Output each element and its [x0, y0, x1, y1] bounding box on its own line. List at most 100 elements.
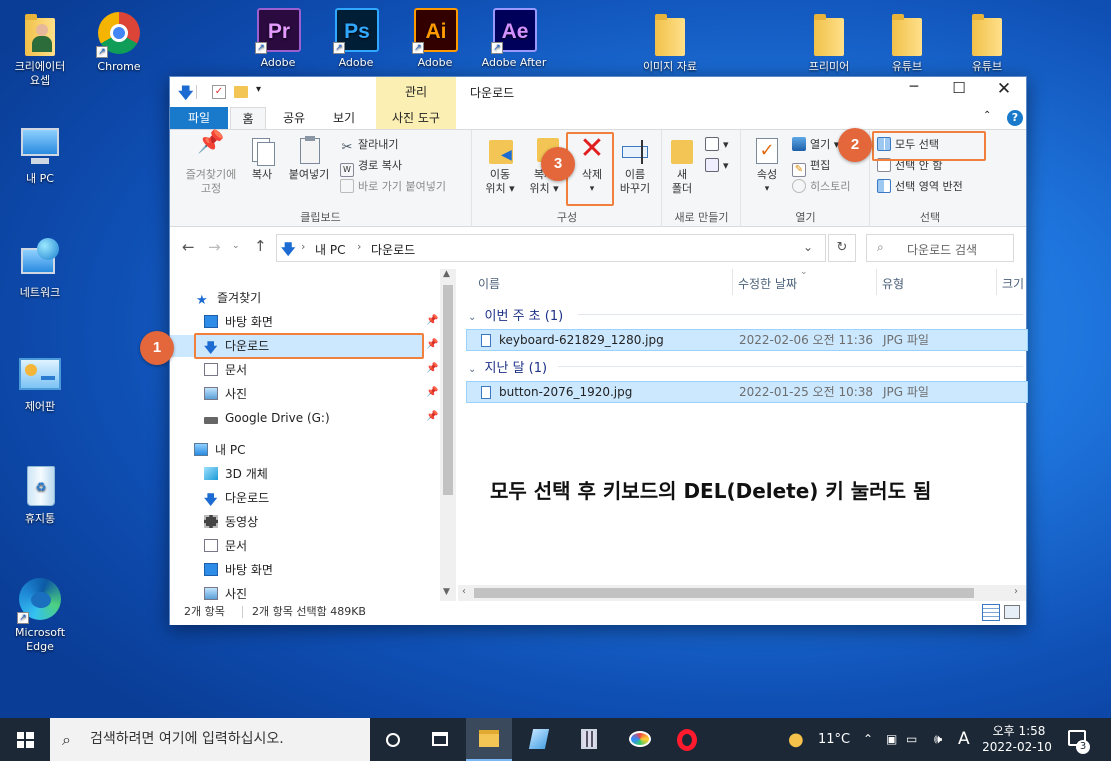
nav-pc-documents[interactable]: 문서	[204, 535, 247, 557]
scroll-left-icon[interactable]: ‹	[462, 586, 466, 597]
refresh-button[interactable]: ↻	[828, 234, 856, 262]
taskbar-notepad[interactable]	[516, 718, 562, 761]
help-icon[interactable]: ?	[1007, 110, 1023, 126]
details-view-icon[interactable]	[982, 604, 1000, 621]
desktop-icon-creator[interactable]: 크리에이터 요셉	[3, 12, 77, 88]
quick-access-down-arrow-icon[interactable]: 🡇	[178, 83, 193, 108]
desktop-icon-aftereffects[interactable]: Ae ↗ Adobe After	[477, 8, 551, 70]
nav-quick-pictures[interactable]: 사진	[204, 383, 247, 405]
history-button[interactable]: 히스토리	[792, 178, 850, 196]
open-button[interactable]: 열기 ▾	[792, 136, 839, 154]
breadcrumb-this-pc[interactable]: 내 PC	[315, 241, 345, 258]
ime-indicator[interactable]: A	[958, 718, 970, 761]
paste-shortcut-button[interactable]: 바로 가기 붙여넣기	[340, 178, 446, 196]
desktop-icon-edge[interactable]: ↗ Microsoft Edge	[3, 578, 77, 654]
back-arrow-icon[interactable]: ←	[182, 238, 195, 256]
nav-pc-videos[interactable]: 동영상	[204, 511, 258, 533]
nav-this-pc[interactable]: 내 PC	[194, 439, 245, 461]
new-item-button[interactable]: ▾	[705, 136, 729, 154]
copy-button[interactable]: 복사	[246, 136, 278, 182]
pin-to-quick-access-button[interactable]: 📌 즐겨찾기에 고정	[176, 132, 246, 196]
search-box[interactable]: ⌕ 다운로드 검색	[866, 234, 1014, 262]
breadcrumb-downloads[interactable]: 다운로드	[371, 241, 415, 258]
nav-scroll-thumb[interactable]	[443, 285, 453, 495]
taskbar-paint[interactable]	[616, 718, 662, 761]
desktop-icon-recycle-bin[interactable]: ♻ 휴지통	[3, 464, 77, 526]
paste-button[interactable]: 붙여넣기	[284, 136, 334, 182]
address-dropdown-icon[interactable]: ⌄	[803, 240, 813, 254]
weather-icon[interactable]: ●	[788, 718, 804, 761]
column-header-date[interactable]: 수정한 날짜	[738, 275, 797, 292]
tab-file[interactable]: 파일	[170, 107, 228, 129]
tab-home[interactable]: 홈	[230, 107, 266, 129]
taskbar-calculator[interactable]	[566, 718, 612, 761]
maximize-button[interactable]: ☐	[945, 79, 973, 97]
properties-button[interactable]: ✓ 속성 ▾	[748, 136, 786, 196]
file-row[interactable]: button-2076_1920.jpg 2022-01-25 오전 10:38…	[466, 381, 1028, 403]
nav-pc-3d-objects[interactable]: 3D 개체	[204, 463, 268, 485]
scroll-right-icon[interactable]: ›	[1014, 586, 1018, 597]
nav-quick-google-drive[interactable]: Google Drive (G:)	[204, 407, 330, 429]
properties-dropdown-icon[interactable]: ▾	[748, 182, 786, 196]
start-button[interactable]	[2, 718, 48, 761]
move-to-button[interactable]: ◀ 이동 위치 ▾	[479, 136, 521, 196]
nav-scrollbar[interactable]: ▲ ▼	[440, 269, 456, 601]
desktop-icon-control-panel[interactable]: 제어판	[3, 352, 77, 414]
clock-date[interactable]: 2022-02-10	[981, 740, 1053, 754]
large-icons-view-icon[interactable]	[1004, 605, 1020, 619]
clock-time[interactable]: 오후 1:58	[987, 722, 1051, 739]
volume-icon[interactable]: 🕪	[934, 718, 942, 761]
scroll-down-icon[interactable]: ▼	[443, 587, 450, 597]
address-box[interactable]: 🡇 › 내 PC › 다운로드 ⌄	[276, 234, 826, 262]
properties-check-icon[interactable]: ✓	[212, 85, 226, 99]
collapse-ribbon-icon[interactable]: ⌃	[983, 110, 991, 121]
nav-quick-access[interactable]: ★ 즐겨찾기	[196, 287, 261, 309]
tray-expand-icon[interactable]: ⌃	[863, 718, 873, 761]
customize-toolbar-icon[interactable]: ▾	[256, 84, 261, 95]
minimize-button[interactable]: ─	[900, 79, 928, 95]
desktop-icon-this-pc[interactable]: 내 PC	[3, 124, 77, 186]
tab-view[interactable]: 보기	[324, 107, 364, 129]
taskbar-opera[interactable]	[664, 718, 710, 761]
desktop-icon-illustrator[interactable]: Ai ↗ Adobe	[398, 8, 472, 70]
weather-temp[interactable]: 11°C	[818, 718, 850, 761]
desktop-folder-images[interactable]: 이미지 자료	[633, 12, 707, 74]
close-button[interactable]: ✕	[990, 79, 1018, 99]
nav-quick-desktop[interactable]: 바탕 화면	[204, 311, 273, 333]
invert-selection-button[interactable]: 선택 영역 반전	[877, 178, 963, 196]
desktop-folder-youtube-2[interactable]: 유튜브	[950, 12, 1024, 74]
new-folder-small-icon[interactable]	[234, 86, 248, 98]
desktop-icon-premiere[interactable]: Pr ↗ Adobe	[241, 8, 315, 70]
new-folder-button[interactable]: 새 폴더	[665, 136, 699, 196]
forward-arrow-icon[interactable]: →	[208, 238, 221, 256]
meet-now-icon[interactable]: ▣	[886, 718, 897, 761]
tab-picture-tools[interactable]: 사진 도구	[376, 107, 456, 129]
nav-pc-downloads[interactable]: 🡇 다운로드	[204, 487, 269, 509]
scroll-up-icon[interactable]: ▲	[443, 269, 450, 279]
desktop-folder-youtube-1[interactable]: 유튜브	[870, 12, 944, 74]
group-header-this-week[interactable]: ⌄ 이번 주 초 (1)	[468, 305, 1024, 324]
horizontal-scrollbar[interactable]: ‹ ›	[458, 585, 1026, 601]
easy-access-button[interactable]: ▾	[705, 157, 729, 175]
column-header-name[interactable]: 이름	[478, 275, 500, 292]
horizontal-scroll-thumb[interactable]	[474, 588, 974, 598]
file-row[interactable]: keyboard-621829_1280.jpg 2022-02-06 오전 1…	[466, 329, 1028, 351]
up-arrow-icon[interactable]: ↑	[254, 237, 267, 255]
rename-button[interactable]: 이름 바꾸기	[613, 136, 657, 196]
column-header-size[interactable]: 크기	[1002, 275, 1024, 292]
group-header-last-month[interactable]: ⌄ 지난 달 (1)	[468, 357, 1024, 376]
copy-path-button[interactable]: W 경로 복사	[340, 157, 402, 177]
taskbar-search-box[interactable]: ⌕ 검색하려면 여기에 입력하십시오.	[50, 718, 370, 761]
cut-button[interactable]: ✂ 잘라내기	[340, 136, 399, 155]
task-view-button[interactable]	[370, 718, 416, 761]
taskbar-file-explorer[interactable]	[466, 718, 512, 761]
desktop-icon-network[interactable]: 네트워크	[3, 238, 77, 300]
desktop-icon-chrome[interactable]: ↗ Chrome	[82, 12, 156, 74]
nav-quick-documents[interactable]: 문서	[204, 359, 247, 381]
network-tray-icon[interactable]: ▭	[906, 718, 917, 761]
column-header-type[interactable]: 유형	[882, 275, 904, 292]
recent-dropdown-icon[interactable]: ⌄	[232, 241, 240, 251]
edit-button[interactable]: ✎ 편집	[792, 157, 830, 177]
desktop-folder-premiere[interactable]: 프리미어	[792, 12, 866, 74]
tab-share[interactable]: 공유	[274, 107, 314, 129]
